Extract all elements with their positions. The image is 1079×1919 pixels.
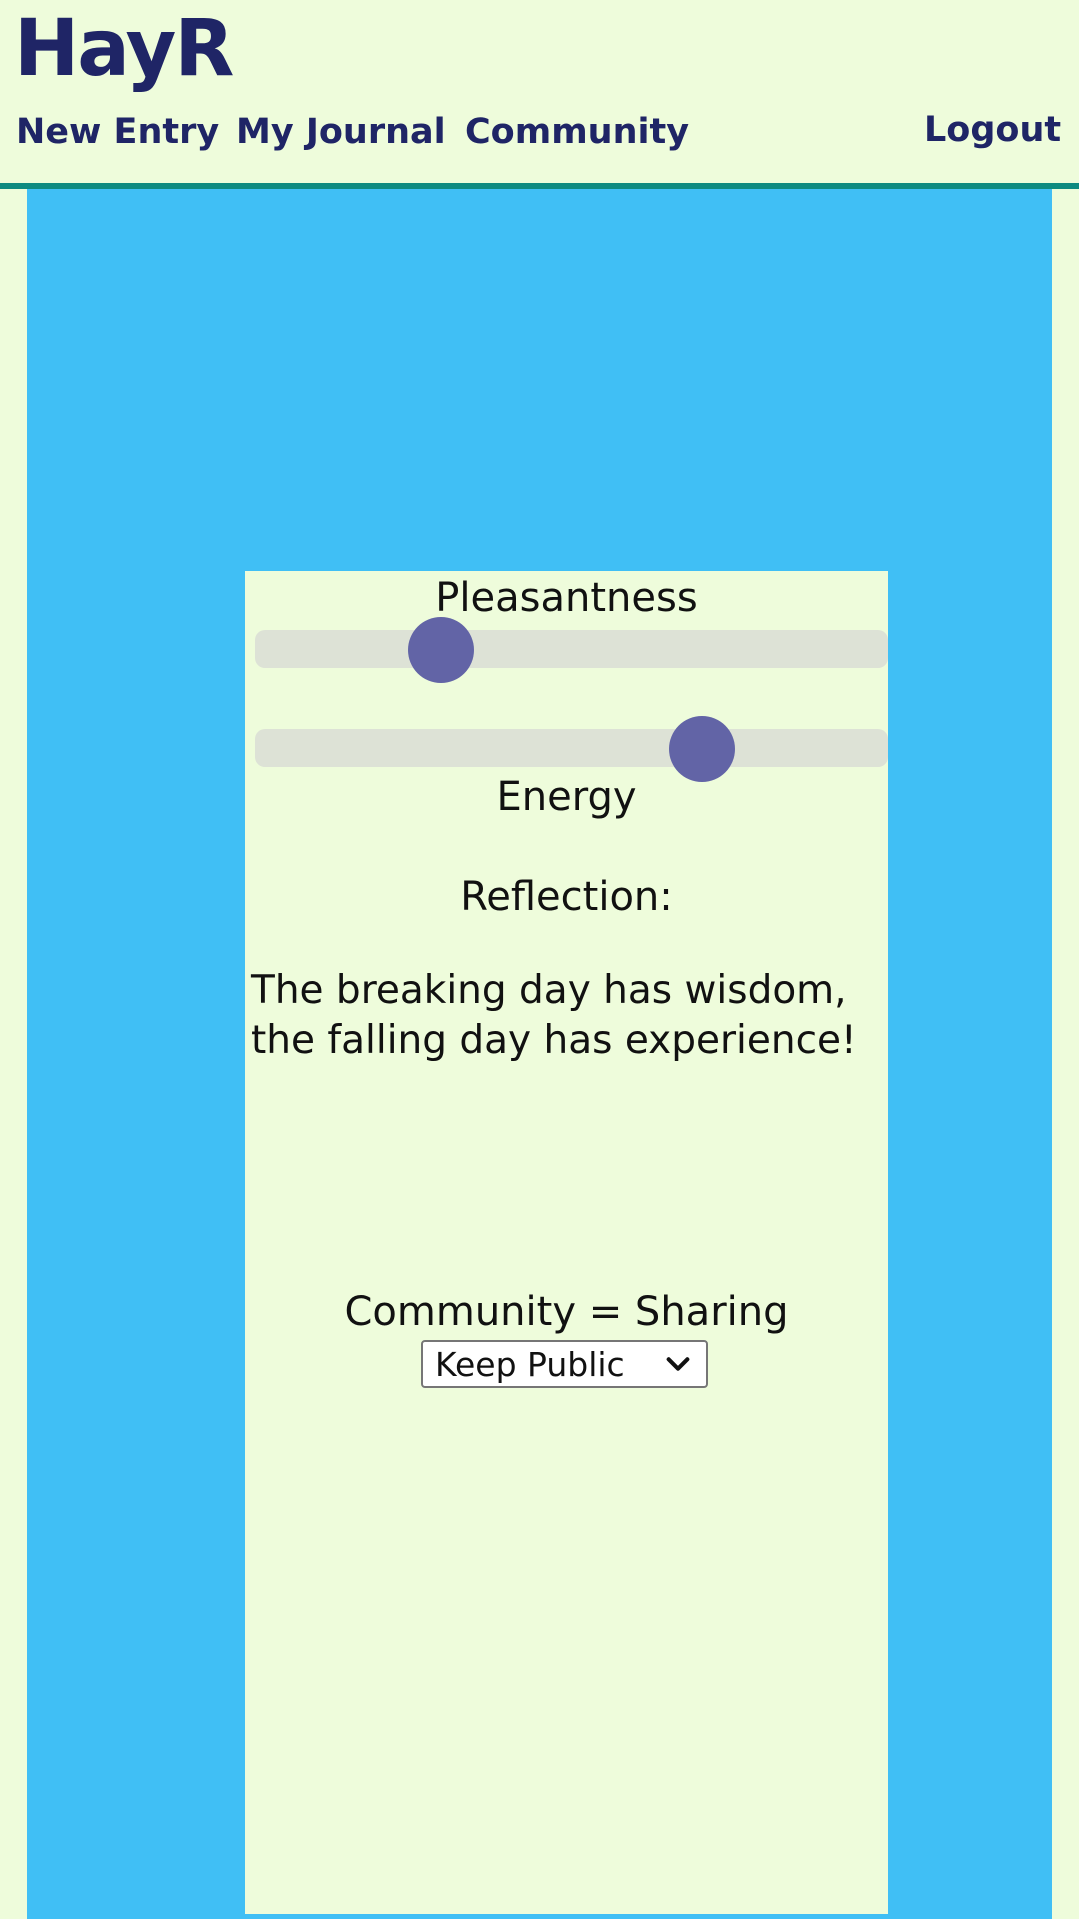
app-logo[interactable]: HayR: [14, 4, 234, 94]
nav-my-journal[interactable]: My Journal: [236, 112, 446, 152]
main-panel: Pleasantness Energy Reflection: The brea…: [27, 189, 1052, 1919]
top-header: HayR New Entry My Journal Community Logo…: [0, 0, 1079, 189]
energy-slider[interactable]: [255, 716, 888, 782]
sharing-select[interactable]: Keep Public: [421, 1340, 708, 1388]
energy-label: Energy: [496, 774, 637, 820]
pleasantness-label: Pleasantness: [435, 575, 698, 621]
entry-card: Pleasantness Energy Reflection: The brea…: [245, 571, 888, 1914]
energy-slider-thumb[interactable]: [669, 716, 735, 782]
nav-new-entry[interactable]: New Entry: [16, 112, 219, 152]
pleasantness-slider-thumb[interactable]: [408, 617, 474, 683]
reflection-text[interactable]: The breaking day has wisdom, the falling…: [251, 966, 871, 1066]
pleasantness-slider[interactable]: [255, 617, 888, 683]
sharing-label: Community = Sharing: [344, 1289, 789, 1335]
nav-community[interactable]: Community: [465, 112, 689, 152]
chevron-down-icon: [666, 1357, 690, 1371]
sharing-select-value: Keep Public: [435, 1345, 625, 1384]
nav-logout[interactable]: Logout: [924, 110, 1061, 150]
reflection-label: Reflection:: [460, 874, 673, 920]
